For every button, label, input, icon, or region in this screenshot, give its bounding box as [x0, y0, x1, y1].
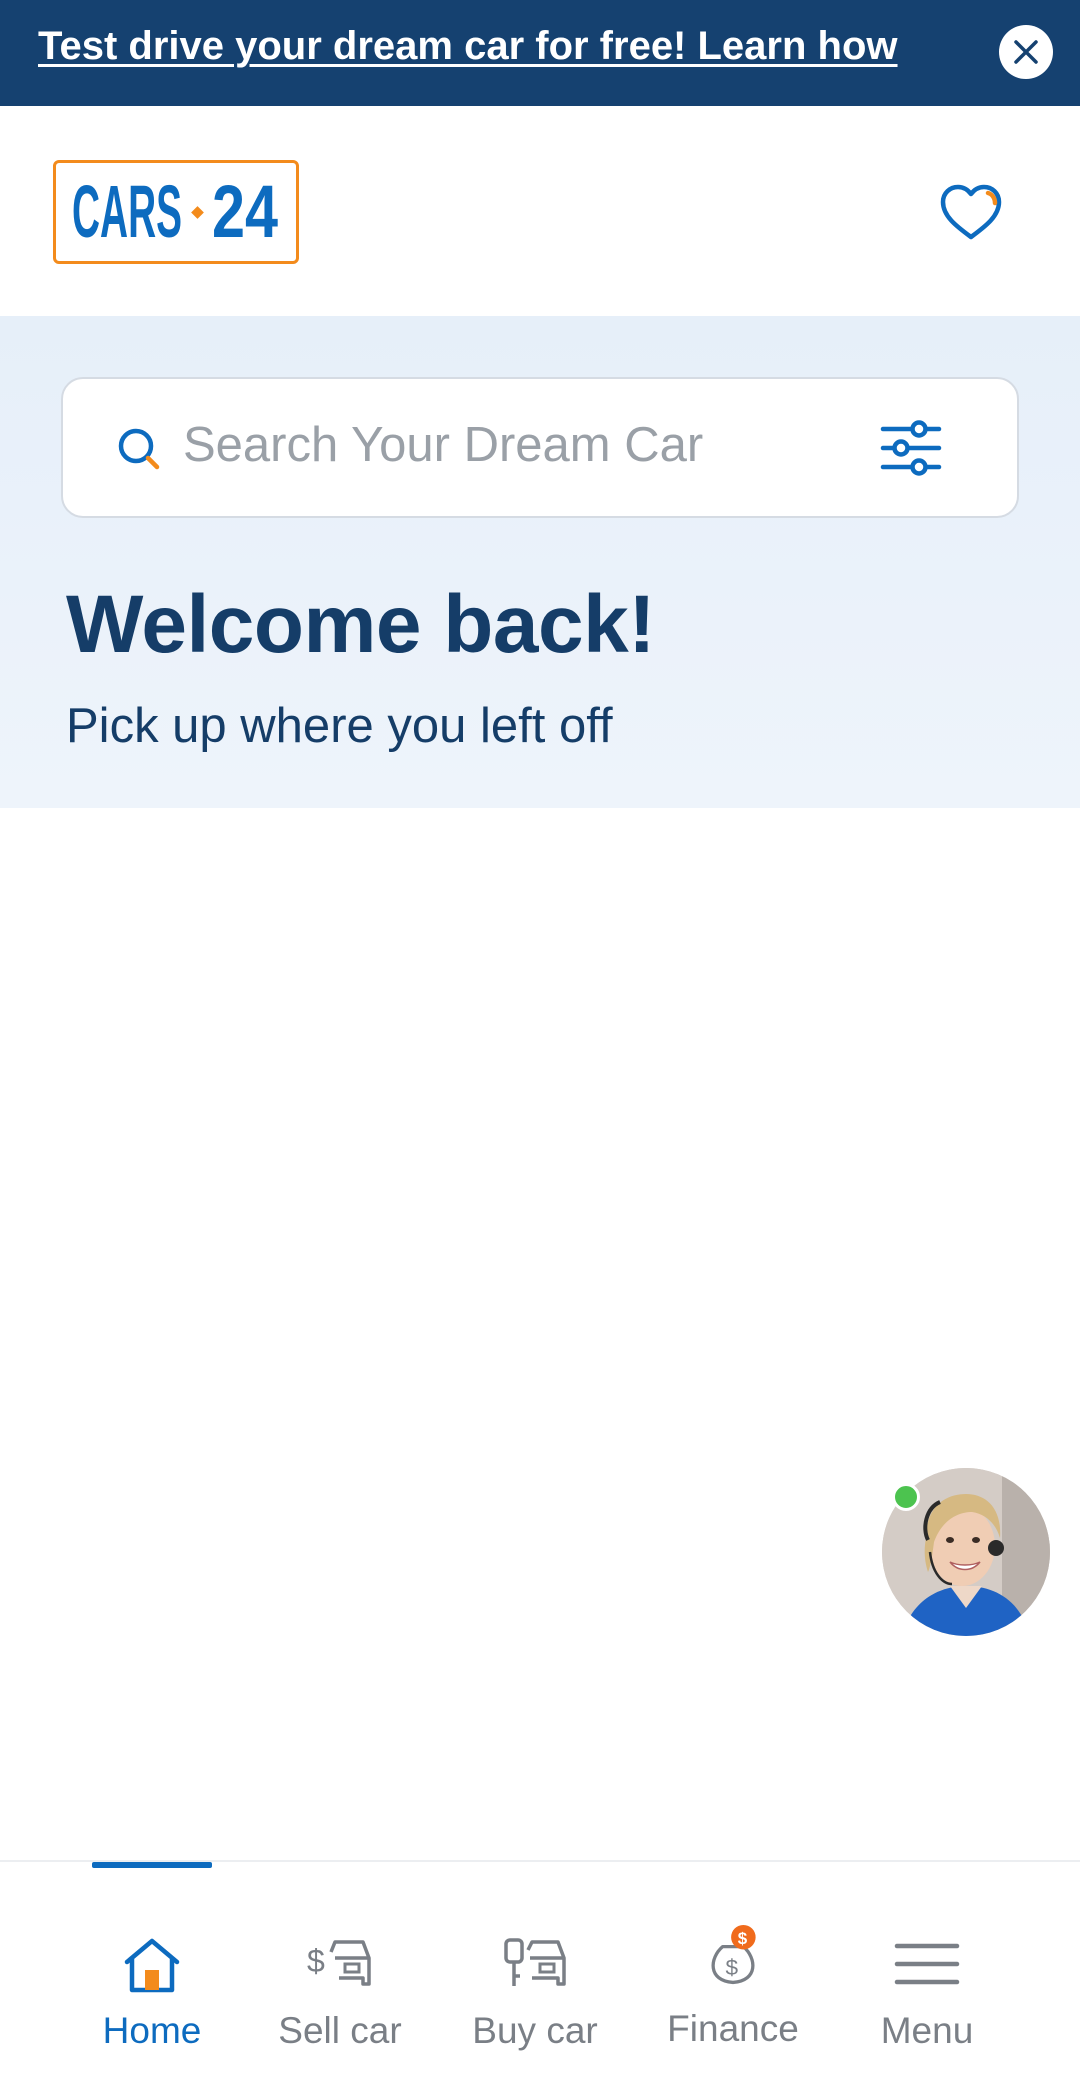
cars24-logo[interactable]: CARS 24: [53, 160, 299, 264]
finance-icon: $ $: [711, 1924, 756, 1985]
search-placeholder: Search Your Dream Car: [183, 418, 704, 472]
svg-text:24: 24: [212, 170, 278, 253]
menu-icon: [894, 1943, 960, 1985]
home-icon: [124, 1938, 180, 1993]
nav-item-home[interactable]: Home: [57, 1932, 247, 2072]
svg-text:$: $: [725, 1955, 738, 1980]
promo-close-button[interactable]: [999, 25, 1053, 79]
welcome-subtitle: Pick up where you left off: [66, 699, 613, 753]
nav-label-finance: Finance: [667, 2008, 799, 2049]
nav-label-home: Home: [102, 2010, 202, 2051]
nav-item-buy-car[interactable]: Buy car: [440, 1932, 630, 2072]
svg-text:$: $: [307, 1943, 325, 1979]
sell-car-icon: $: [307, 1940, 371, 1986]
nav-item-finance[interactable]: $ $ Finance: [638, 1924, 828, 2072]
search-input[interactable]: Search Your Dream Car: [61, 377, 1019, 518]
nav-label-sell-car: Sell car: [278, 2010, 402, 2051]
promo-link[interactable]: Test drive your dream car for free! Lear…: [38, 24, 898, 69]
favorites-button[interactable]: [938, 182, 1004, 244]
cars24-logo-mark: CARS 24: [72, 170, 278, 253]
agent-online-indicator: [892, 1483, 920, 1511]
nav-item-sell-car[interactable]: $ Sell car: [245, 1932, 435, 2072]
nav-item-menu[interactable]: Menu: [832, 1932, 1022, 2072]
promo-banner: Test drive your dream car for free! Lear…: [0, 0, 1080, 106]
bottom-nav: Home $ Sell car Buy car $ $ Finance Menu: [0, 1860, 1080, 2097]
svg-text:$: $: [738, 1929, 748, 1948]
nav-label-menu: Menu: [880, 2010, 974, 2051]
welcome-title: Welcome back!: [66, 579, 656, 670]
close-icon: [1014, 40, 1038, 64]
app-header: CARS 24: [0, 106, 1080, 316]
search-icon: [118, 428, 160, 470]
active-tab-indicator: [92, 1862, 212, 1868]
buy-car-icon: [504, 1938, 566, 1986]
heart-icon: [940, 184, 1002, 240]
svg-text:CARS: CARS: [72, 170, 182, 253]
filter-sliders-icon[interactable]: [879, 417, 943, 479]
nav-label-buy-car: Buy car: [472, 2010, 598, 2051]
hero-section: Search Your Dream Car Welcome back! Pick…: [0, 316, 1080, 808]
